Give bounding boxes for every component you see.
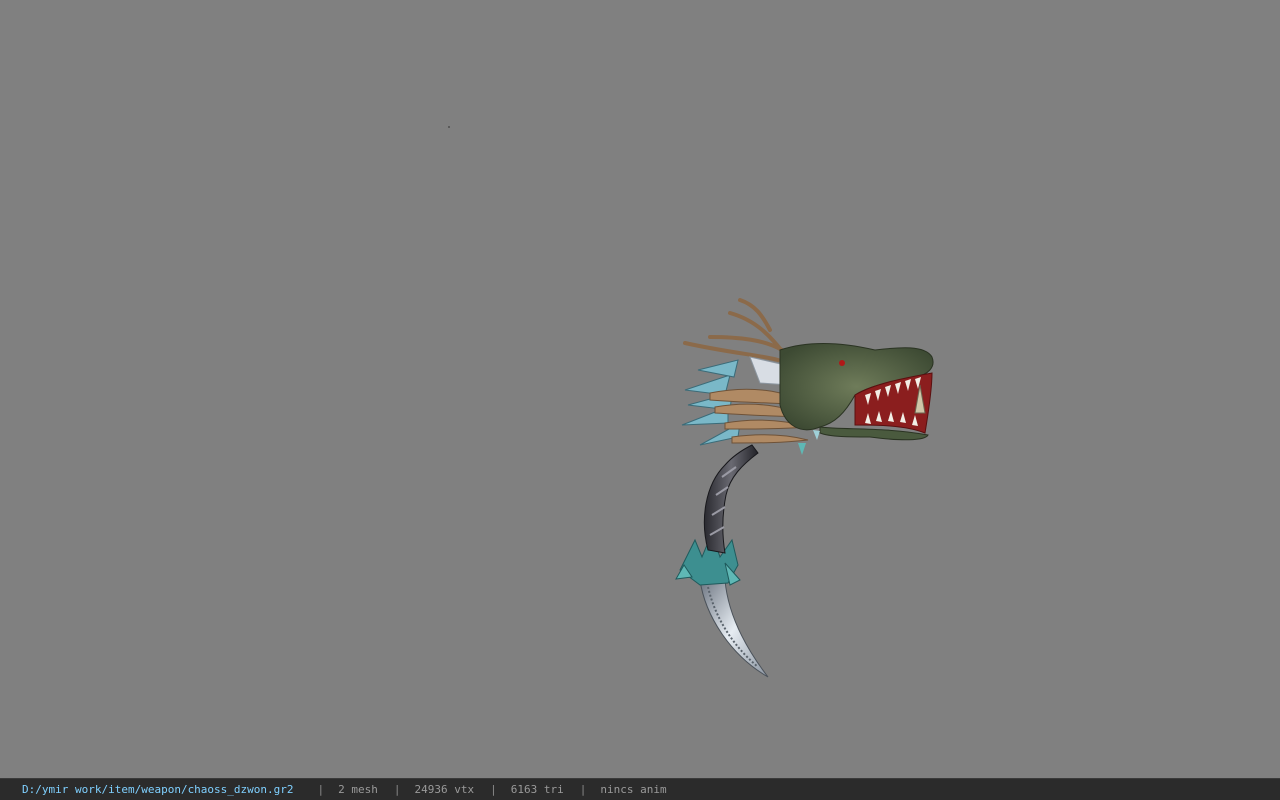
separator: |	[579, 783, 587, 796]
separator: |	[317, 783, 325, 796]
crystal-spikes	[681, 359, 741, 446]
dragon-eye	[839, 360, 845, 366]
separator: |	[490, 783, 497, 796]
separator: |	[393, 783, 401, 796]
handle	[703, 444, 759, 554]
dragon-horns	[683, 298, 787, 362]
vertex-count-label: 24936 vtx	[414, 783, 475, 796]
triangle-count-label: 6163 tri	[510, 783, 564, 796]
status-bar: D:/ymir work/item/weapon/chaoss_dzwon.gr…	[0, 778, 1280, 800]
3d-viewport[interactable]	[0, 0, 1280, 778]
blade	[699, 579, 769, 678]
file-path-label: D:/ymir work/item/weapon/chaoss_dzwon.gr…	[22, 783, 294, 796]
mesh-count-label: 2 mesh	[338, 783, 378, 796]
animation-status-label: nincs anim	[600, 783, 667, 796]
viewport-pixel-artifact	[448, 126, 450, 128]
weapon-model-render	[675, 298, 934, 678]
